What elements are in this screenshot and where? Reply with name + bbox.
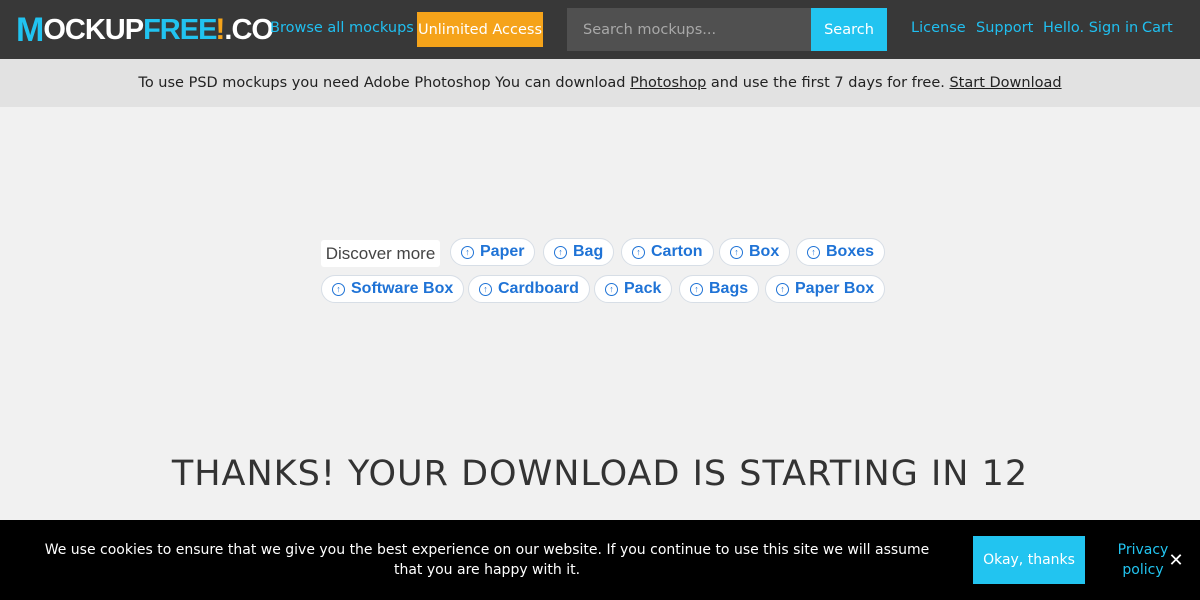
chip-boxes[interactable]: ↑ Boxes [796, 238, 886, 266]
privacy-policy-link[interactable]: Privacy policy [1115, 540, 1171, 580]
chip-paper[interactable]: ↑ Paper [450, 238, 536, 266]
chip-label: Software Box [351, 280, 454, 297]
cookie-message: We use cookies to ensure that we give yo… [44, 542, 930, 578]
chip-carton[interactable]: ↑ Carton [621, 238, 714, 266]
notice-text-before: To use PSD mockups you need Adobe Photos… [138, 75, 626, 91]
cart-link[interactable]: Cart [1142, 20, 1173, 36]
download-countdown-heading: THANKS! YOUR DOWNLOAD IS STARTING IN 12 [171, 454, 1029, 494]
chip-paper-box[interactable]: ↑ Paper Box [765, 275, 886, 303]
top-navbar: M OCKUP FREE! .CO Browse all mockups Unlimi… [0, 0, 1200, 59]
arrow-circle-up-icon: ↑ [690, 282, 703, 296]
chip-label: Box [749, 243, 780, 260]
arrow-circle-up-icon: ↑ [479, 282, 492, 296]
chip-bags[interactable]: ↑ Bags [679, 275, 760, 303]
logo-text-white: OCKUP [43, 13, 144, 46]
chip-label: Paper Box [795, 280, 875, 297]
logo-text-blue: FREE [143, 13, 217, 46]
support-link[interactable]: Support [976, 20, 1033, 36]
chip-box[interactable]: ↑ Box [719, 238, 791, 266]
site-logo[interactable]: M OCKUP FREE! .CO [16, 11, 274, 49]
chip-label: Cardboard [498, 280, 579, 297]
license-link[interactable]: License [911, 20, 966, 36]
discover-more-label: Discover more [321, 240, 440, 267]
arrow-circle-up-icon: ↑ [554, 245, 567, 259]
browse-all-mockups-link[interactable]: Browse all mockups [270, 20, 414, 36]
chip-label: Pack [624, 280, 662, 297]
search-button[interactable]: Search [811, 8, 887, 51]
arrow-circle-up-icon: ↑ [605, 282, 618, 296]
logo-letter-m: M [16, 10, 44, 49]
photoshop-link[interactable]: Photoshop [630, 75, 706, 91]
arrow-circle-up-icon: ↑ [730, 245, 743, 259]
arrow-circle-up-icon: ↑ [632, 245, 645, 259]
arrow-circle-up-icon: ↑ [807, 245, 820, 259]
chip-bag[interactable]: ↑ Bag [543, 238, 615, 266]
arrow-circle-up-icon: ↑ [776, 282, 789, 296]
close-icon[interactable]: ✕ [1167, 550, 1185, 571]
logo-text-co: .CO [224, 13, 274, 46]
sign-in-link[interactable]: Hello. Sign in [1043, 20, 1138, 36]
chip-software-box[interactable]: ↑ Software Box [321, 275, 465, 303]
search-input[interactable] [567, 8, 811, 51]
chip-label: Carton [651, 243, 703, 260]
chip-label: Paper [480, 243, 525, 260]
notice-text-middle: and use the first 7 days for free. [710, 75, 945, 91]
chip-pack[interactable]: ↑ Pack [594, 275, 673, 303]
unlimited-access-button[interactable]: Unlimited Access [417, 12, 543, 47]
chip-label: Bag [573, 243, 604, 260]
arrow-circle-up-icon: ↑ [332, 282, 345, 296]
chip-cardboard[interactable]: ↑ Cardboard [468, 275, 590, 303]
photoshop-notice-bar: To use PSD mockups you need Adobe Photos… [0, 59, 1200, 107]
chip-label: Boxes [826, 243, 875, 260]
logo-exclamation: ! [215, 13, 225, 46]
cookie-accept-button[interactable]: Okay, thanks [973, 536, 1085, 584]
start-download-link[interactable]: Start Download [949, 75, 1061, 91]
chip-label: Bags [709, 280, 749, 297]
arrow-circle-up-icon: ↑ [461, 245, 474, 259]
